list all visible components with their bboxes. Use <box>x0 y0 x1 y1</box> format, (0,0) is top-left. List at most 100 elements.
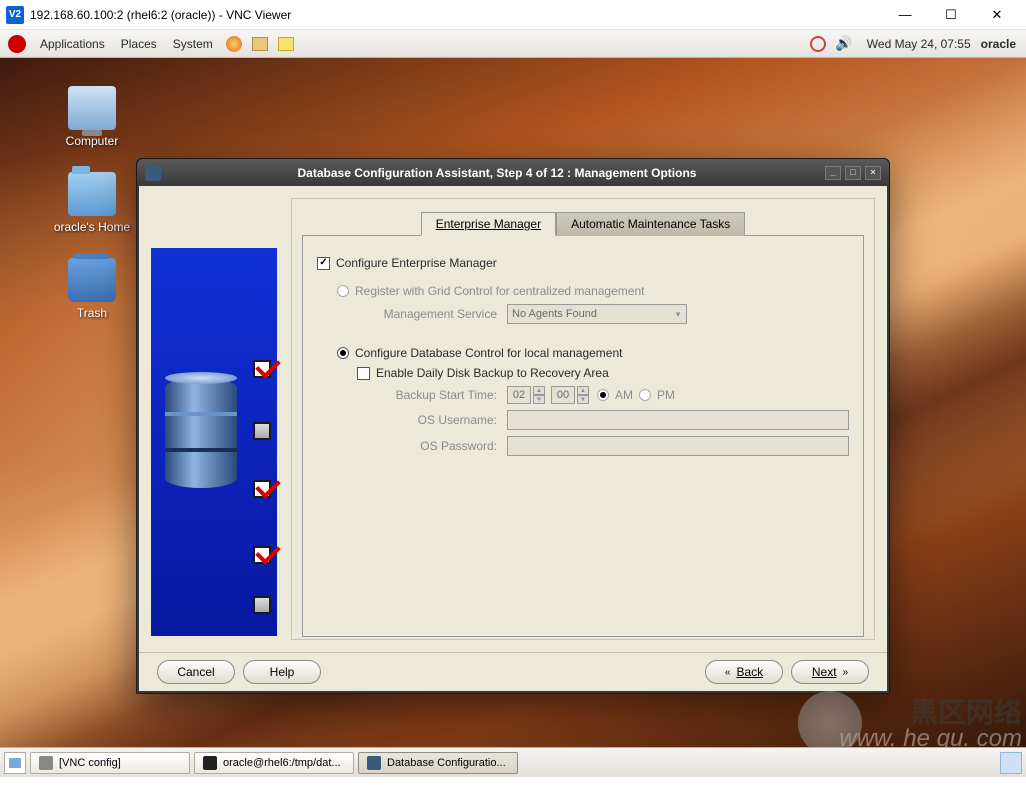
file-manager-icon[interactable] <box>250 34 270 54</box>
spin-up-icon: ▲ <box>533 386 545 395</box>
configure-em-checkbox[interactable] <box>317 257 330 270</box>
step-checkbox-icon <box>253 360 271 378</box>
dbca-footer: Cancel Help « Back Next » <box>139 652 887 691</box>
cancel-button[interactable]: Cancel <box>157 660 235 684</box>
computer-icon <box>68 86 116 130</box>
redhat-icon[interactable] <box>8 35 26 53</box>
step-checkbox-icon <box>253 480 271 498</box>
os-password-label: OS Password: <box>357 439 507 453</box>
panel-user[interactable]: oracle <box>981 37 1016 51</box>
terminal-icon <box>203 756 217 770</box>
am-label: AM <box>615 388 633 402</box>
taskbar-item-label: Database Configuratio... <box>387 757 506 769</box>
am-radio <box>597 389 609 401</box>
gnome-bottom-panel: [VNC config] oracle@rhel6:/tmp/dat... Da… <box>0 747 1026 777</box>
desktop-icon-label: Computer <box>42 134 142 148</box>
gnome-top-panel: Applications Places System 🔊 Wed May 24,… <box>0 30 1026 58</box>
os-password-input <box>507 436 849 456</box>
watermark-logo-icon <box>798 691 862 755</box>
backup-hour-spinner: ▲▼ <box>507 386 545 404</box>
next-label: Next <box>812 665 837 679</box>
step-checkbox-icon <box>253 546 271 564</box>
desktop-icon-computer[interactable]: Computer <box>42 86 142 148</box>
folder-icon <box>68 172 116 216</box>
os-username-label: OS Username: <box>357 413 507 427</box>
desktop-icon-label: oracle's Home <box>42 220 142 234</box>
backup-time-label: Backup Start Time: <box>357 388 507 402</box>
dbca-titlebar[interactable]: Database Configuration Assistant, Step 4… <box>137 159 889 186</box>
firefox-icon[interactable] <box>224 34 244 54</box>
register-grid-label: Register with Grid Control for centraliz… <box>355 284 644 298</box>
mgmt-service-combo: No Agents Found ▼ <box>507 304 687 324</box>
chevron-down-icon: ▼ <box>674 310 682 319</box>
vnc-window-titlebar: V2 192.168.60.100:2 (rhel6:2 (oracle)) -… <box>0 0 1026 30</box>
cpu-meter-icon[interactable] <box>808 34 828 54</box>
os-username-input <box>507 410 849 430</box>
dbca-title-text: Database Configuration Assistant, Step 4… <box>169 166 825 180</box>
desktop-icon-trash[interactable]: Trash <box>42 258 142 320</box>
backup-min-spinner: ▲▼ <box>551 386 589 404</box>
tab-enterprise-manager[interactable]: Enterprise Manager <box>421 212 556 236</box>
dbca-window: Database Configuration Assistant, Step 4… <box>136 158 890 694</box>
watermark-chinese: 黑区网络 <box>839 699 1022 727</box>
backup-min-input <box>551 386 575 404</box>
window-icon <box>39 756 53 770</box>
configure-em-label: Configure Enterprise Manager <box>336 256 497 270</box>
step-checkbox-icon <box>253 596 271 614</box>
dbca-app-icon <box>145 165 161 181</box>
desktop-background[interactable]: Computer oracle's Home Trash Database Co… <box>0 58 1026 777</box>
volume-icon[interactable]: 🔊 <box>834 34 854 54</box>
dbca-side-panel <box>151 248 277 636</box>
minimize-button[interactable]: — <box>882 0 928 30</box>
taskbar-item-label: oracle@rhel6:/tmp/dat... <box>223 757 341 769</box>
taskbar-item-label: [VNC config] <box>59 757 121 769</box>
spin-up-icon: ▲ <box>577 386 589 395</box>
taskbar-item-vnc-config[interactable]: [VNC config] <box>30 752 190 774</box>
desktop-icon-label: Trash <box>42 306 142 320</box>
back-button[interactable]: « Back <box>705 660 783 684</box>
notes-icon[interactable] <box>276 34 296 54</box>
menu-system[interactable]: System <box>165 37 221 51</box>
tab-auto-maintenance[interactable]: Automatic Maintenance Tasks <box>556 212 745 236</box>
menu-applications[interactable]: Applications <box>32 37 113 51</box>
vnc-logo-icon: V2 <box>6 6 24 24</box>
register-grid-radio <box>337 285 349 297</box>
show-desktop-icon <box>9 758 21 768</box>
daily-backup-label: Enable Daily Disk Backup to Recovery Are… <box>376 366 609 380</box>
dbca-minimize-button[interactable]: _ <box>825 166 841 180</box>
maximize-button[interactable]: ☐ <box>928 0 974 30</box>
mgmt-service-label: Management Service <box>357 307 507 321</box>
desktop-icon-home[interactable]: oracle's Home <box>42 172 142 234</box>
mgmt-service-value: No Agents Found <box>512 308 597 320</box>
pm-radio <box>639 389 651 401</box>
db-control-label: Configure Database Control for local man… <box>355 346 622 360</box>
backup-hour-input <box>507 386 531 404</box>
vnc-window-title: 192.168.60.100:2 (rhel6:2 (oracle)) - VN… <box>30 8 882 22</box>
menu-places[interactable]: Places <box>113 37 165 51</box>
chevron-right-icon: » <box>843 667 849 678</box>
daily-backup-checkbox[interactable] <box>357 367 370 380</box>
dbca-maximize-button[interactable]: □ <box>845 166 861 180</box>
workspace-switcher[interactable] <box>1000 752 1022 774</box>
spin-down-icon: ▼ <box>533 395 545 404</box>
step-checkbox-icon <box>253 422 271 440</box>
spin-down-icon: ▼ <box>577 395 589 404</box>
next-button[interactable]: Next » <box>791 660 869 684</box>
trash-icon <box>68 258 116 302</box>
panel-clock[interactable]: Wed May 24, 07:55 <box>867 37 971 51</box>
back-label: Back <box>736 665 763 679</box>
close-button[interactable]: ✕ <box>974 0 1020 30</box>
show-desktop-button[interactable] <box>4 752 26 774</box>
watermark: 黑区网络 www. he qu. com <box>839 699 1022 751</box>
help-button[interactable]: Help <box>243 660 321 684</box>
db-control-radio[interactable] <box>337 347 349 359</box>
dbca-content-panel: Enterprise Manager Automatic Maintenance… <box>291 198 875 640</box>
taskbar-item-terminal[interactable]: oracle@rhel6:/tmp/dat... <box>194 752 354 774</box>
dbca-icon <box>367 756 381 770</box>
dbca-close-button[interactable]: × <box>865 166 881 180</box>
pm-label: PM <box>657 388 675 402</box>
database-cylinder-icon <box>165 378 237 488</box>
tab-panel-em: Configure Enterprise Manager Register wi… <box>302 235 864 637</box>
chevron-left-icon: « <box>725 667 731 678</box>
taskbar-item-dbca[interactable]: Database Configuratio... <box>358 752 518 774</box>
